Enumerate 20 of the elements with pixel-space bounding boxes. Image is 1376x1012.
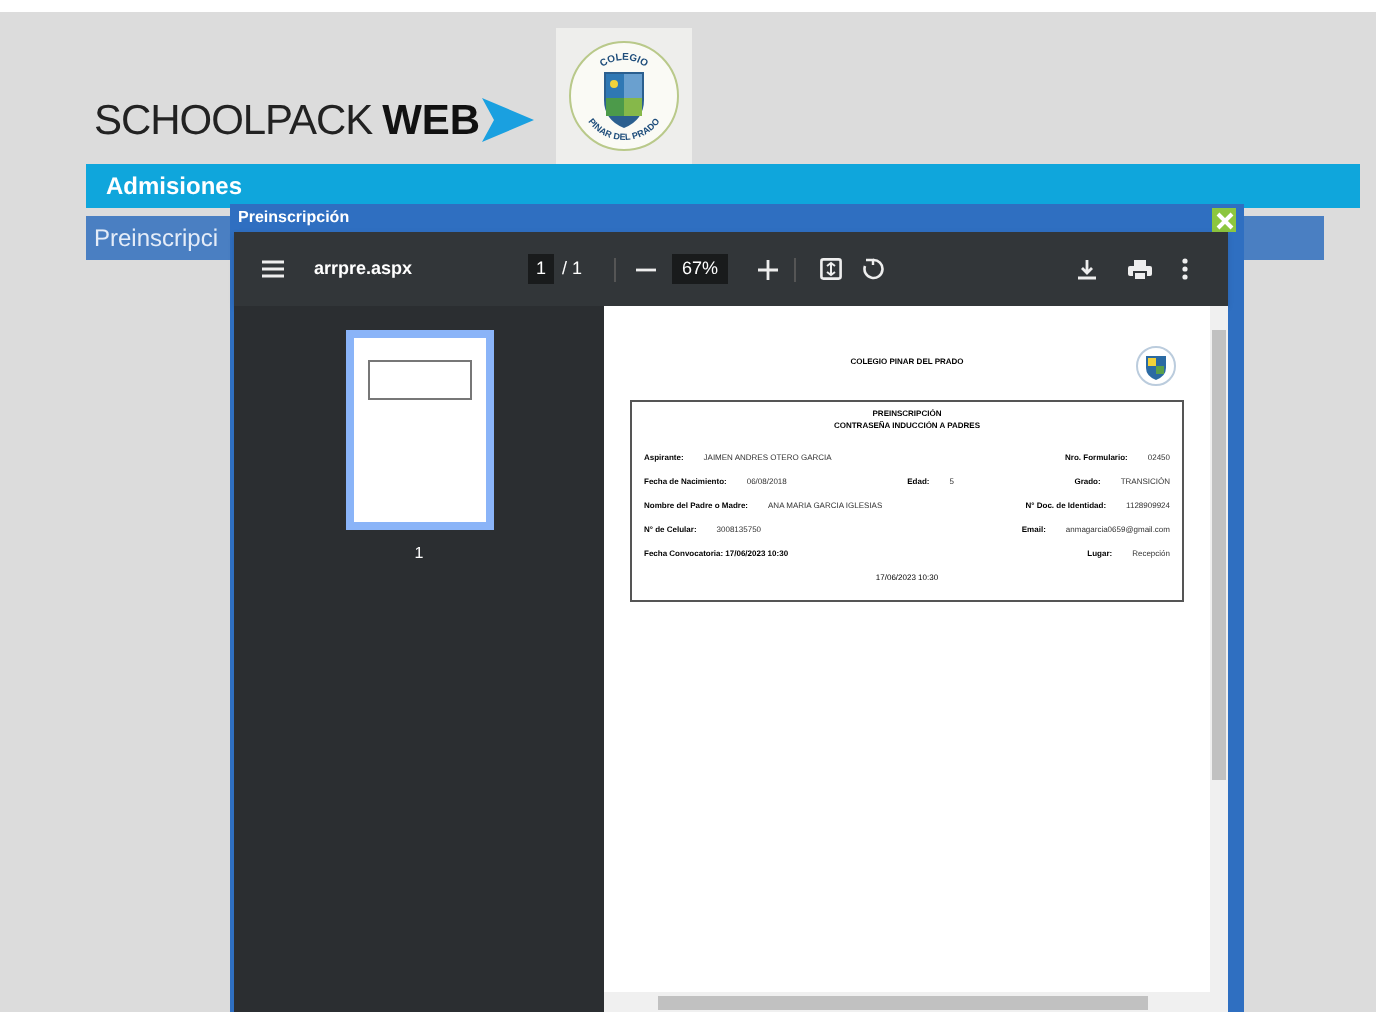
print-icon[interactable] [1128, 259, 1152, 279]
vertical-scrollbar[interactable] [1210, 306, 1228, 992]
menu-icon[interactable] [262, 260, 284, 278]
file-name: arrpre.aspx [314, 255, 415, 282]
rotate-icon[interactable] [862, 258, 885, 280]
page-thumbnail[interactable] [345, 330, 493, 530]
dialog-title: Preinscripción [238, 205, 350, 229]
school-crest-icon [1136, 346, 1176, 386]
zoom-in-icon[interactable] [758, 259, 779, 279]
brand-name-bold: WEB [382, 95, 481, 147]
fit-page-icon[interactable] [820, 258, 843, 280]
brand-name: SCHOOLPACK [94, 95, 373, 147]
more-options-icon[interactable] [1182, 258, 1188, 280]
zoom-field[interactable]: 67% [672, 253, 729, 285]
page-total: / 1 [562, 255, 583, 282]
arrow-logo-icon [482, 98, 535, 143]
thumbnail-label: 1 [414, 542, 424, 566]
download-icon[interactable] [1078, 259, 1096, 279]
page-number-field[interactable]: 1 [528, 253, 555, 285]
horizontal-scrollbar[interactable] [604, 992, 1228, 1012]
